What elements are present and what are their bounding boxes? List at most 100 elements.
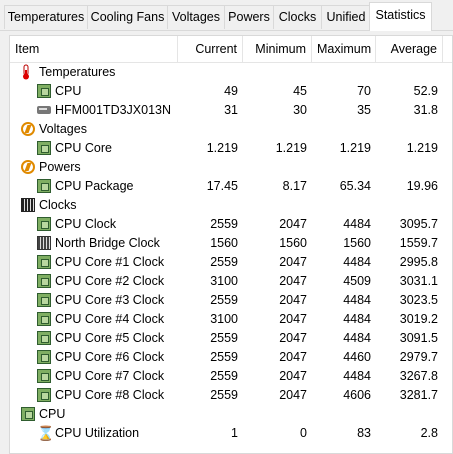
maximum-value: 4509 (343, 274, 371, 288)
group-row[interactable]: Voltages (10, 120, 452, 139)
table-row[interactable]: CPU 49 45 70 52.9 (10, 82, 452, 101)
current-value: 3100 (210, 312, 238, 326)
column-header-item[interactable]: Item (10, 36, 178, 62)
chip-icon (37, 255, 51, 269)
current-value: 1 (231, 426, 238, 440)
current-value: 2559 (210, 217, 238, 231)
group-label: Temperatures (39, 65, 116, 79)
table-row[interactable]: CPU Core #2 Clock 3100 2047 4509 3031.1 (10, 272, 452, 291)
minimum-value: 30 (293, 103, 307, 117)
table-row[interactable]: North Bridge Clock 1560 1560 1560 1559.7 (10, 234, 452, 253)
item-label: CPU Core #3 Clock (55, 293, 165, 307)
average-value: 2995.8 (399, 255, 438, 269)
column-header-minimum[interactable]: Minimum (243, 36, 312, 62)
minimum-value: 1560 (279, 236, 307, 250)
table-row[interactable]: CPU Package 17.45 8.17 65.34 19.96 (10, 177, 452, 196)
table-row[interactable]: CPU Clock 2559 2047 4484 3095.7 (10, 215, 452, 234)
table-row[interactable]: CPU Core #3 Clock 2559 2047 4484 3023.5 (10, 291, 452, 310)
minimum-value: 2047 (279, 369, 307, 383)
current-value: 17.45 (206, 179, 238, 193)
item-label: CPU Package (55, 179, 134, 193)
minimum-value: 2047 (279, 293, 307, 307)
northbridge-icon (37, 236, 51, 250)
column-header-current[interactable]: Current (178, 36, 243, 62)
maximum-value: 4484 (343, 312, 371, 326)
current-value: 1560 (210, 236, 238, 250)
drive-icon (37, 106, 51, 114)
thermometer-icon (21, 64, 29, 80)
maximum-value: 83 (357, 426, 371, 440)
hourglass-icon: ⌛ (37, 425, 55, 441)
column-header-maximum[interactable]: Maximum (312, 36, 376, 62)
tab-cooling-fans[interactable]: Cooling Fans (87, 5, 168, 29)
group-row[interactable]: Powers (10, 158, 452, 177)
chip-icon (37, 141, 51, 155)
current-value: 2559 (210, 388, 238, 402)
item-label: North Bridge Clock (55, 236, 160, 250)
table-row[interactable]: HFM001TD3JX013N 31 30 35 31.8 (10, 101, 452, 120)
tab-statistics[interactable]: Statistics (369, 2, 432, 31)
minimum-value: 2047 (279, 388, 307, 402)
table-row[interactable]: CPU Core 1.219 1.219 1.219 1.219 (10, 139, 452, 158)
column-header-average[interactable]: Average (376, 36, 443, 62)
average-value: 3019.2 (399, 312, 438, 326)
average-value: 52.9 (413, 84, 438, 98)
item-label: CPU Core #1 Clock (55, 255, 165, 269)
maximum-value: 4484 (343, 293, 371, 307)
group-row[interactable]: Clocks (10, 196, 452, 215)
average-value: 19.96 (406, 179, 438, 193)
maximum-value: 1.219 (339, 141, 371, 155)
average-value: 2.8 (420, 426, 438, 440)
current-value: 3100 (210, 274, 238, 288)
chip-icon (37, 179, 51, 193)
table-row[interactable]: CPU Core #4 Clock 3100 2047 4484 3019.2 (10, 310, 452, 329)
minimum-value: 2047 (279, 312, 307, 326)
group-label: Powers (39, 160, 81, 174)
current-value: 2559 (210, 255, 238, 269)
item-label: CPU Core #2 Clock (55, 274, 165, 288)
lightning-icon (21, 122, 35, 136)
table-header: Item Current Minimum Maximum Average (10, 36, 452, 63)
group-row[interactable]: CPU (10, 405, 452, 424)
table-row[interactable]: CPU Core #7 Clock 2559 2047 4484 3267.8 (10, 367, 452, 386)
average-value: 3091.5 (399, 331, 438, 345)
item-label: CPU Core #5 Clock (55, 331, 165, 345)
chip-icon (21, 407, 35, 421)
tab-temperatures[interactable]: Temperatures (4, 5, 88, 29)
item-label: CPU Core #6 Clock (55, 350, 165, 364)
table-row[interactable]: CPU Core #1 Clock 2559 2047 4484 2995.8 (10, 253, 452, 272)
maximum-value: 1560 (343, 236, 371, 250)
lightning-icon (21, 160, 35, 174)
current-value: 2559 (210, 293, 238, 307)
current-value: 31 (224, 103, 238, 117)
maximum-value: 4484 (343, 369, 371, 383)
chip-icon (37, 217, 51, 231)
tab-clocks[interactable]: Clocks (273, 5, 322, 29)
table-row[interactable]: ⌛ CPU Utilization 1 0 83 2.8 (10, 424, 452, 443)
table-row[interactable]: CPU Core #6 Clock 2559 2047 4460 2979.7 (10, 348, 452, 367)
tab-voltages[interactable]: Voltages (167, 5, 225, 29)
maximum-value: 65.34 (339, 179, 371, 193)
item-label: CPU Clock (55, 217, 117, 231)
chip-icon (37, 293, 51, 307)
tab-unified[interactable]: Unified (321, 5, 371, 29)
average-value: 31.8 (413, 103, 438, 117)
average-value: 3095.7 (399, 217, 438, 231)
minimum-value: 2047 (279, 217, 307, 231)
current-value: 1.219 (206, 141, 238, 155)
maximum-value: 4484 (343, 331, 371, 345)
table-row[interactable]: CPU Core #5 Clock 2559 2047 4484 3091.5 (10, 329, 452, 348)
maximum-value: 70 (357, 84, 371, 98)
maximum-value: 35 (357, 103, 371, 117)
statistics-table: Item Current Minimum Maximum Average Tem… (9, 35, 453, 454)
chip-icon (37, 312, 51, 326)
chip-icon (37, 350, 51, 364)
average-value: 1559.7 (399, 236, 438, 250)
tab-powers[interactable]: Powers (224, 5, 274, 29)
current-value: 2559 (210, 350, 238, 364)
chip-icon (37, 274, 51, 288)
table-row[interactable]: CPU Core #8 Clock 2559 2047 4606 3281.7 (10, 386, 452, 405)
group-row[interactable]: Temperatures (10, 63, 452, 82)
maximum-value: 4484 (343, 255, 371, 269)
group-label: CPU (39, 407, 66, 421)
